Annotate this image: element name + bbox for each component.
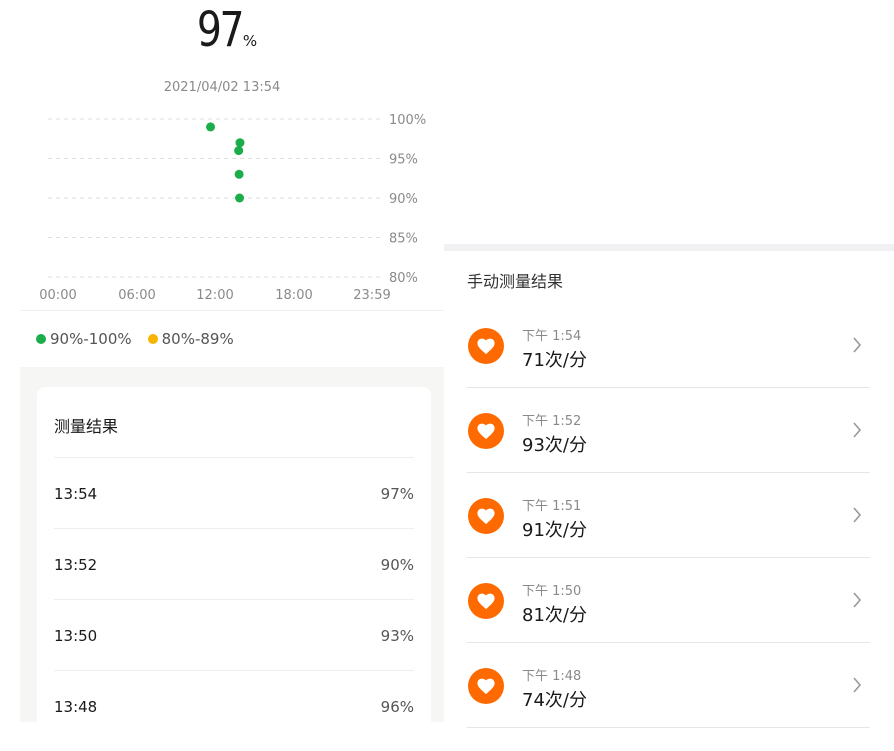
- y-tick-label: 85%: [389, 232, 418, 247]
- hr-value: 81次/分: [522, 605, 587, 626]
- result-value: 96%: [380, 698, 414, 716]
- legend-dot-green: [36, 334, 46, 344]
- hr-value: 74次/分: [522, 690, 587, 711]
- result-value: 97%: [380, 485, 414, 503]
- y-tick-label: 95%: [389, 153, 418, 168]
- x-tick-label: 18:00: [275, 288, 312, 303]
- results-card: 测量结果 13:54 97% 13:52 90% 13:50 93% 13:48…: [37, 387, 431, 722]
- hr-list-item[interactable]: 下午 1:48 74次/分: [467, 642, 870, 728]
- result-row[interactable]: 13:54 97%: [54, 457, 414, 529]
- y-tick-label: 100%: [389, 113, 426, 128]
- legend-item-high: 90%-100%: [36, 330, 132, 348]
- hr-value: 71次/分: [522, 350, 587, 371]
- reading-unit: %: [242, 32, 258, 50]
- heart-icon: [468, 498, 504, 534]
- chart-legend: 90%-100% 80%-89%: [36, 330, 250, 348]
- legend-dot-yellow: [147, 334, 158, 344]
- legend-label-low: 80%-89%: [161, 330, 234, 348]
- hr-list-item[interactable]: 下午 1:50 81次/分: [467, 557, 870, 643]
- chevron-right-icon: [853, 507, 862, 523]
- x-tick-label: 23:59: [353, 288, 390, 303]
- legend-label-high: 90%-100%: [50, 330, 132, 348]
- result-value: 90%: [380, 556, 414, 574]
- reading-timestamp: 2021/04/02 13:54: [163, 80, 281, 95]
- legend-item-low: 80%-89%: [147, 330, 234, 348]
- heart-icon: [468, 583, 504, 619]
- result-time: 13:50: [54, 627, 98, 645]
- x-tick-label: 00:00: [39, 288, 76, 303]
- result-time: 13:54: [54, 485, 98, 503]
- hr-list-item[interactable]: 下午 1:51 91次/分: [467, 472, 870, 558]
- hr-list-item[interactable]: 下午 1:54 71次/分: [467, 302, 870, 388]
- current-reading: 97%: [0, 6, 444, 54]
- hr-value: 93次/分: [522, 435, 587, 456]
- result-row[interactable]: 13:50 93%: [54, 599, 414, 671]
- result-row[interactable]: 13:48 96%: [54, 670, 414, 722]
- heart-icon: [468, 328, 504, 364]
- chevron-right-icon: [853, 422, 862, 438]
- hr-list-item[interactable]: 下午 1:52 93次/分: [467, 387, 870, 473]
- data-point[interactable]: [235, 138, 245, 148]
- section-separator: [444, 244, 894, 251]
- result-value: 93%: [380, 627, 414, 645]
- data-point[interactable]: [234, 146, 244, 156]
- spo2-panel: 97% 2021/04/02 13:54 100% 95% 90% 85% 80% 00:…: [0, 0, 444, 751]
- chevron-right-icon: [853, 592, 862, 608]
- result-row[interactable]: 13:52 90%: [54, 528, 414, 600]
- result-time: 13:48: [54, 698, 98, 716]
- data-point[interactable]: [234, 169, 244, 179]
- heart-icon: [468, 668, 504, 704]
- y-tick-label: 90%: [389, 192, 418, 207]
- y-tick-label: 80%: [389, 271, 418, 286]
- manual-results-title: 手动测量结果: [467, 272, 564, 291]
- chevron-right-icon: [853, 677, 862, 693]
- x-tick-label: 12:00: [196, 288, 233, 303]
- hr-time: 下午 1:54: [522, 329, 582, 344]
- data-point[interactable]: [206, 122, 216, 132]
- spo2-scatter-chart: 100% 95% 90% 85% 80% 00:00 06:00 12:00 18:00 23:5…: [39, 113, 426, 303]
- result-time: 13:52: [54, 556, 98, 574]
- x-tick-label: 06:00: [118, 288, 155, 303]
- hr-time: 下午 1:51: [522, 499, 582, 514]
- hr-time: 下午 1:52: [522, 414, 582, 429]
- heart-rate-panel: 手动测量结果 下午 1:54 71次/分 下午 1:52 93次/分 下午 1:…: [444, 0, 894, 751]
- heart-icon: [468, 413, 504, 449]
- hr-time: 下午 1:50: [522, 584, 582, 599]
- reading-value: 97: [196, 2, 245, 58]
- divider: [20, 310, 444, 311]
- hr-value: 91次/分: [522, 520, 587, 541]
- results-title: 测量结果: [54, 417, 119, 436]
- hr-time: 下午 1:48: [522, 669, 582, 684]
- chevron-right-icon: [853, 337, 862, 353]
- data-point[interactable]: [235, 193, 245, 203]
